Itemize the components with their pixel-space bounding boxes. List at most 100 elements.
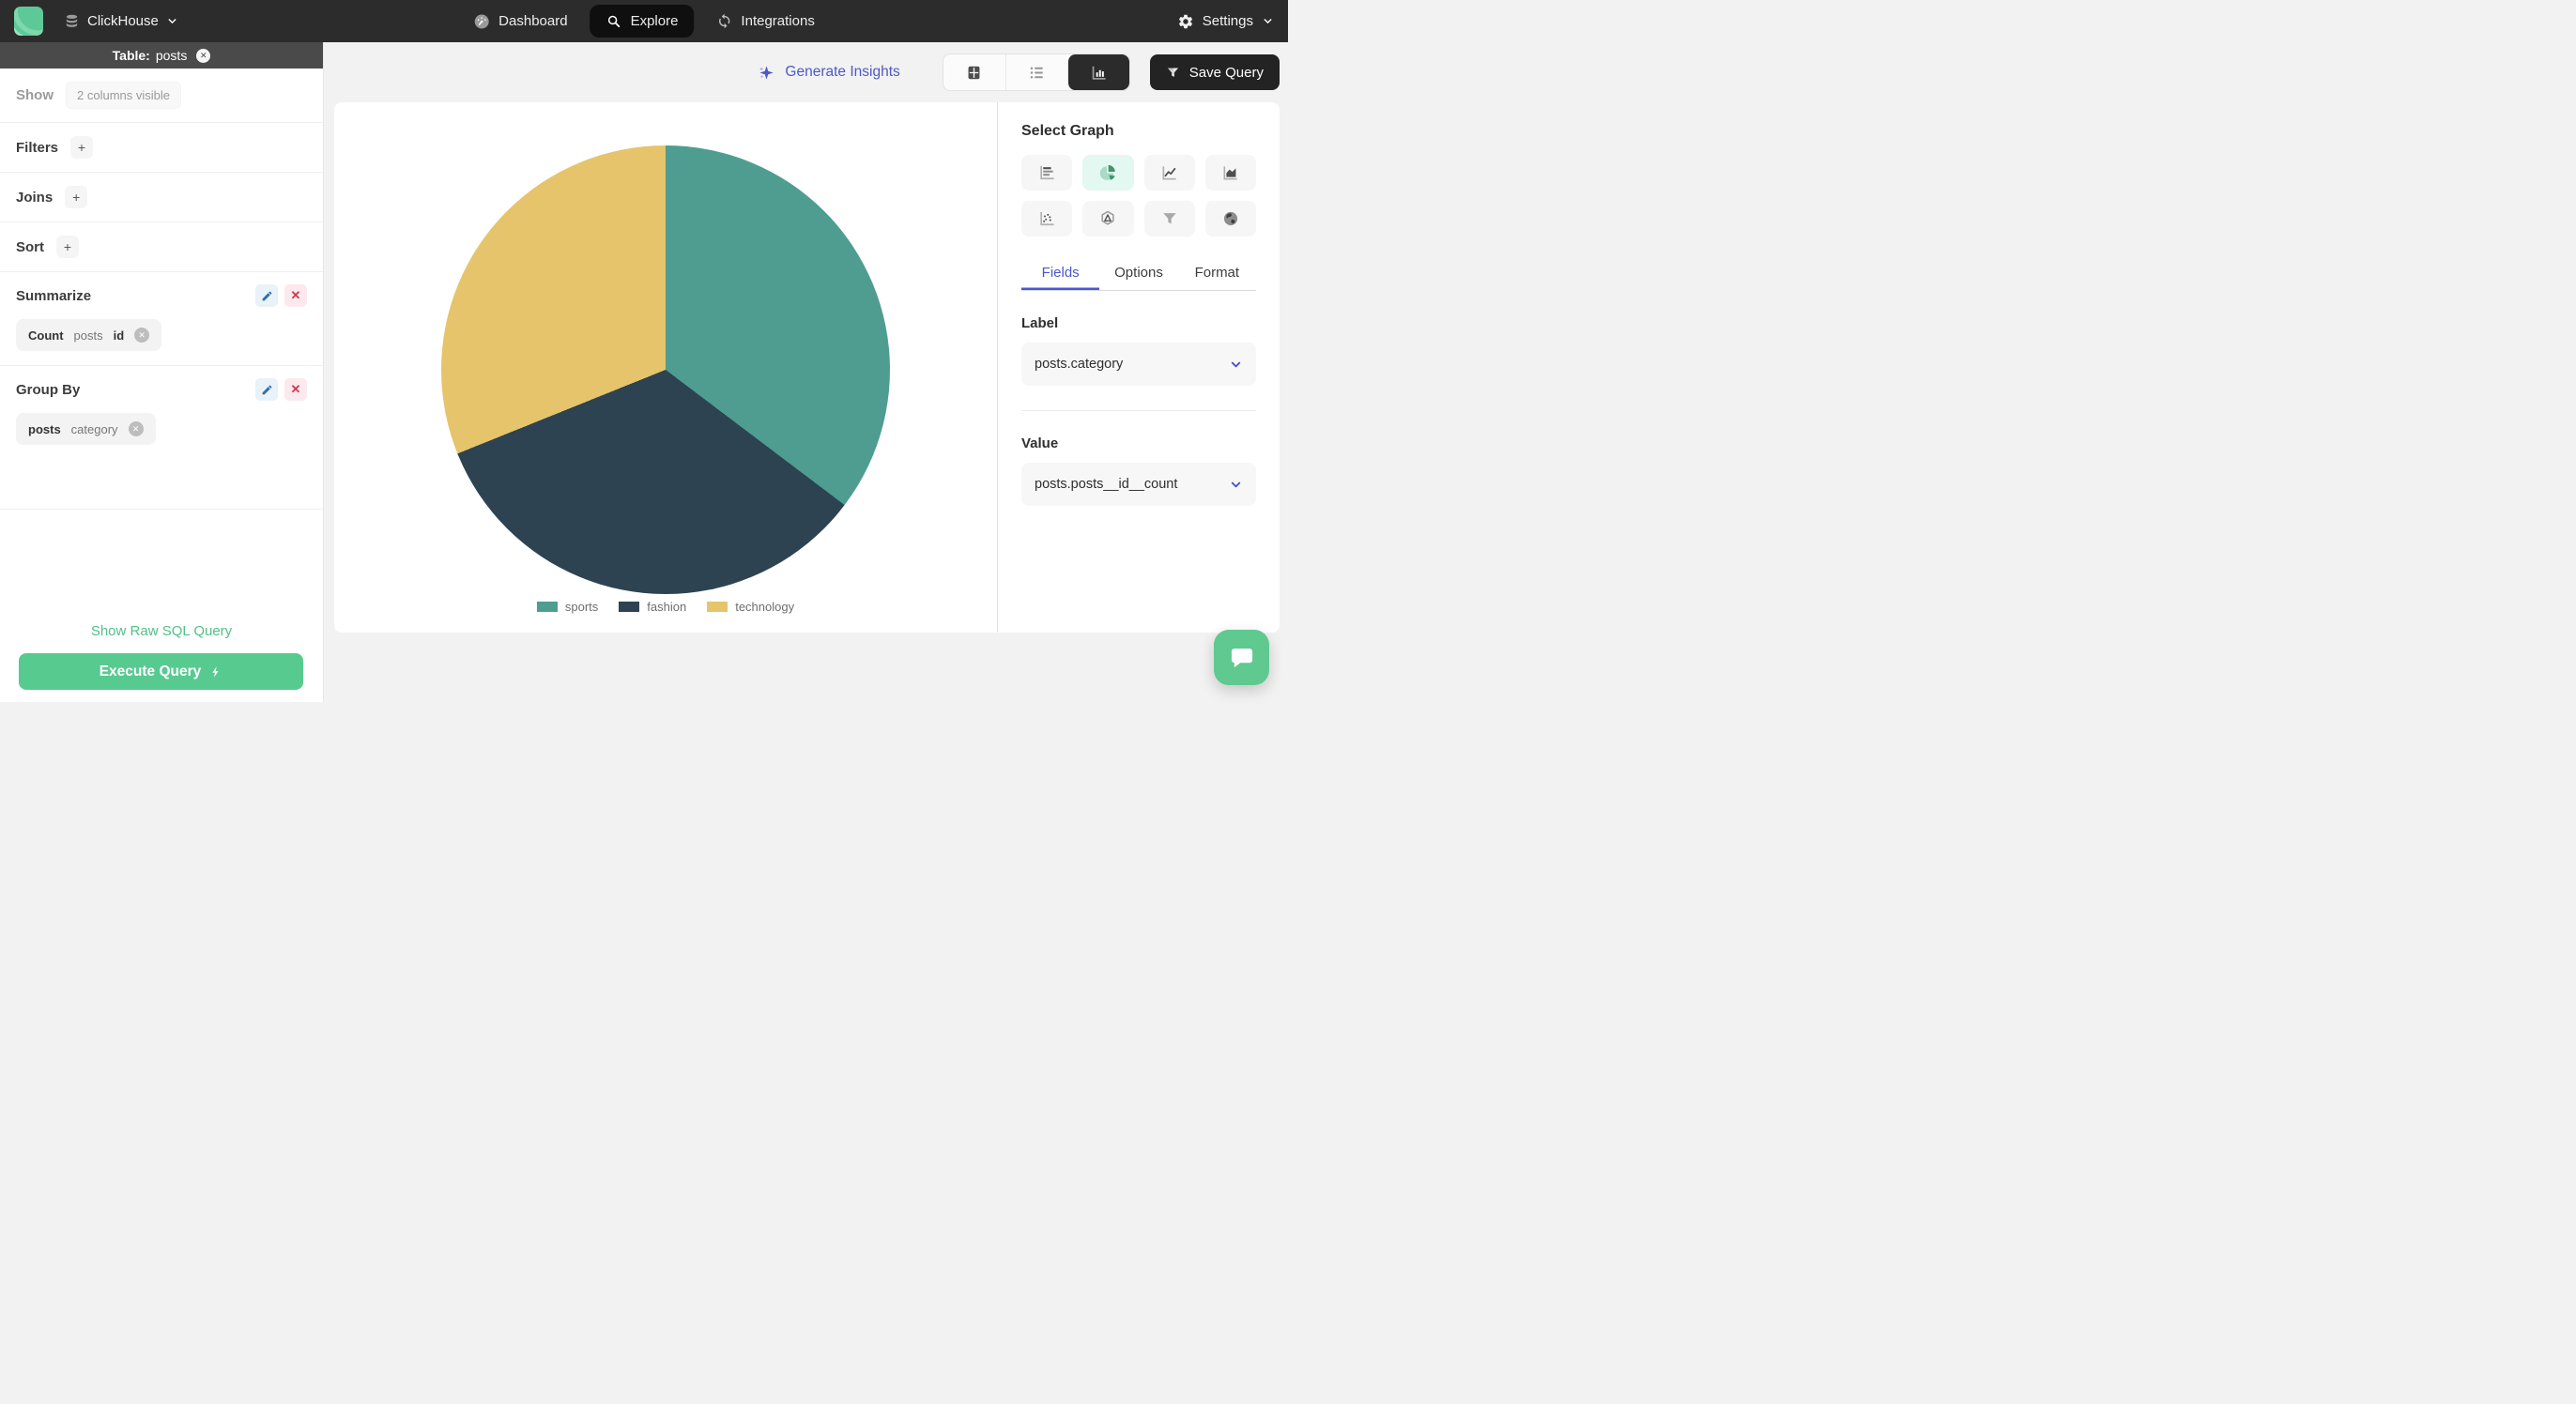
graph-type-scatter-button[interactable] [1021, 201, 1073, 237]
close-icon: ✕ [290, 382, 301, 396]
graph-settings-panel: Select Graph Fields Options Format Label… [998, 102, 1280, 633]
table-name: posts [155, 48, 188, 63]
chip-table-name: posts [73, 328, 103, 343]
close-icon: ✕ [290, 288, 301, 302]
value-field-select[interactable]: posts.posts__id__count [1021, 463, 1256, 506]
tab-fields[interactable]: Fields [1021, 265, 1099, 290]
main-navigation: Dashboard Explore Integrations [464, 5, 824, 38]
database-selector[interactable]: ClickHouse [64, 13, 178, 29]
execute-query-label: Execute Query [99, 663, 202, 679]
tab-options[interactable]: Options [1099, 265, 1177, 290]
joins-row: Joins + [0, 173, 323, 222]
summarize-chip[interactable]: Count posts id ✕ [16, 319, 162, 351]
pencil-icon [261, 290, 273, 302]
graph-type-bar-button[interactable] [1021, 155, 1073, 191]
remove-group-by-button[interactable]: ✕ [284, 378, 307, 401]
database-icon [64, 13, 80, 29]
pie-chart[interactable] [441, 145, 890, 594]
legend-label: fashion [647, 600, 687, 614]
funnel-icon [1166, 66, 1180, 80]
chart-view-button[interactable] [1066, 54, 1129, 90]
add-join-button[interactable]: + [65, 186, 88, 208]
save-query-button[interactable]: Save Query [1149, 54, 1280, 90]
legend-swatch [536, 602, 558, 612]
aggregate-name: Count [28, 328, 64, 343]
search-icon [606, 13, 622, 29]
execute-query-button[interactable]: Execute Query [19, 653, 303, 690]
chat-launcher-button[interactable] [1214, 630, 1269, 685]
chip-column-name: id [113, 328, 125, 343]
show-row: Show 2 columns visible [0, 69, 323, 123]
gauge-icon [473, 13, 490, 30]
chart-legend: sports fashion technology [334, 600, 997, 614]
table-header: Table: posts ✕ [0, 42, 323, 69]
legend-label: technology [735, 600, 795, 614]
columns-visible-chip[interactable]: 2 columns visible [66, 82, 181, 109]
group-by-chip[interactable]: posts category ✕ [16, 413, 156, 445]
filters-label: Filters [16, 139, 59, 156]
top-navbar: ClickHouse Dashboard Explore Integration… [0, 0, 1288, 42]
panel-tabs: Fields Options Format [1021, 265, 1256, 291]
graph-type-line-button[interactable] [1143, 155, 1195, 191]
remove-table-icon[interactable]: ✕ [196, 48, 211, 63]
table-header-prefix: Table: [112, 48, 150, 63]
area-chart-icon [1221, 163, 1240, 182]
graph-type-area-button[interactable] [1204, 155, 1256, 191]
graph-type-geo-button[interactable] [1204, 201, 1256, 237]
chip-table-name: posts [28, 421, 61, 436]
label-field-heading: Label [1021, 315, 1059, 331]
sync-icon [716, 13, 732, 29]
pencil-icon [261, 384, 273, 396]
summarize-section: Summarize ✕ Count posts id ✕ [0, 272, 323, 366]
chip-column-name: category [70, 421, 118, 436]
chevron-down-icon [1229, 478, 1243, 492]
settings-label: Settings [1202, 13, 1253, 29]
nav-item-integrations[interactable]: Integrations [707, 6, 823, 37]
chart-canvas: sports fashion technology [334, 102, 998, 633]
save-query-label: Save Query [1188, 64, 1264, 81]
chevron-down-icon [1229, 358, 1243, 372]
bar-chart-icon [1090, 64, 1108, 82]
list-view-button[interactable] [1004, 54, 1067, 90]
app-logo[interactable] [14, 7, 43, 36]
sort-row: Sort + [0, 222, 323, 272]
remove-chip-icon[interactable]: ✕ [134, 328, 150, 343]
joins-label: Joins [16, 189, 54, 206]
value-field-value: posts.posts__id__count [1035, 477, 1178, 492]
settings-menu[interactable]: Settings [1177, 13, 1274, 30]
remove-summarize-button[interactable]: ✕ [284, 284, 307, 307]
sparkle-icon [758, 64, 775, 82]
nav-item-label: Explore [630, 13, 679, 29]
edit-group-by-button[interactable] [255, 378, 278, 401]
show-raw-sql-link[interactable]: Show Raw SQL Query [0, 623, 323, 639]
nav-item-dashboard[interactable]: Dashboard [464, 6, 576, 38]
label-field-select[interactable]: posts.category [1021, 343, 1256, 386]
remove-chip-icon[interactable]: ✕ [128, 421, 144, 436]
summarize-label: Summarize [16, 287, 92, 304]
radar-chart-icon [1098, 209, 1117, 228]
add-sort-button[interactable]: + [56, 236, 79, 258]
legend-item: technology [707, 600, 794, 614]
graph-type-funnel-button[interactable] [1143, 201, 1195, 237]
edit-summarize-button[interactable] [255, 284, 278, 307]
graph-type-grid [1021, 155, 1256, 237]
filters-row: Filters + [0, 123, 323, 173]
graph-type-radar-button[interactable] [1082, 201, 1134, 237]
nav-item-label: Dashboard [498, 13, 568, 29]
value-field-heading: Value [1021, 435, 1059, 451]
funnel-chart-icon [1160, 209, 1179, 228]
legend-item: fashion [619, 600, 686, 614]
nav-item-explore[interactable]: Explore [590, 5, 695, 38]
table-icon [965, 64, 983, 82]
generate-insights-button[interactable]: Generate Insights [758, 64, 900, 82]
globe-icon [1221, 209, 1240, 228]
chevron-down-icon [1262, 15, 1274, 27]
legend-label: sports [564, 600, 599, 614]
nav-item-label: Integrations [741, 13, 815, 29]
add-filter-button[interactable]: + [70, 136, 94, 159]
graph-type-pie-button[interactable] [1082, 155, 1134, 191]
table-view-button[interactable] [943, 54, 1005, 90]
panel-divider [1021, 410, 1256, 411]
tab-format[interactable]: Format [1178, 265, 1256, 290]
legend-item: sports [536, 600, 599, 614]
